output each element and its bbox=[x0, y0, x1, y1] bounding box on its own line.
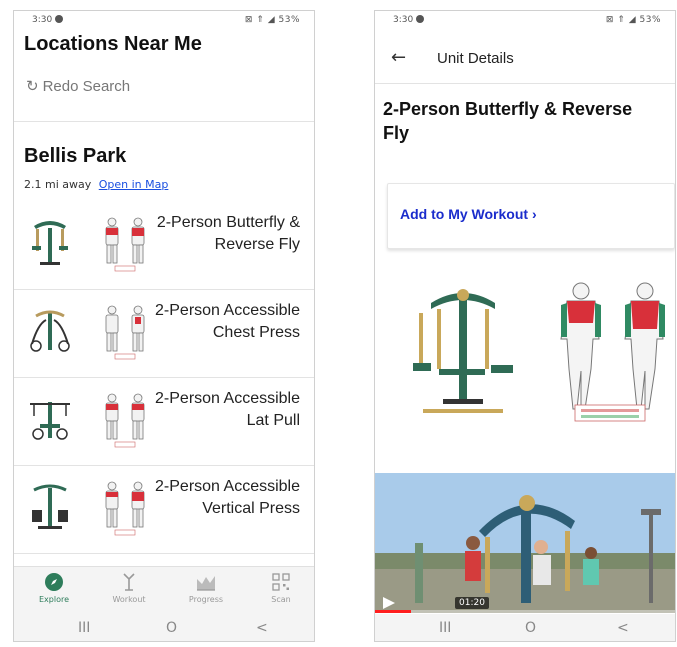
status-bar: 3:30 ⊠ ⇑ ◢ 53% bbox=[14, 11, 314, 29]
muscle-diagram-icon bbox=[105, 305, 145, 360]
unit-list-item[interactable]: 2-Person Butterfly & Reverse Fly bbox=[14, 202, 314, 290]
app-header: ← Unit Details bbox=[375, 47, 675, 85]
nav-label: Workout bbox=[112, 595, 146, 604]
park-name: Bellis Park bbox=[24, 145, 127, 167]
locations-screen: 3:30 ⊠ ⇑ ◢ 53% Locations Near Me ↻ Redo S… bbox=[13, 10, 315, 642]
nav-scan[interactable]: Scan bbox=[246, 571, 314, 604]
redo-search-button[interactable]: ↻ Redo Search bbox=[26, 77, 130, 95]
video-progress-bar[interactable] bbox=[375, 610, 675, 613]
workout-icon bbox=[123, 573, 135, 591]
qr-code-icon bbox=[272, 573, 290, 591]
unit-name: 2-Person Accessible Chest Press bbox=[155, 302, 300, 341]
redo-search-label: Redo Search bbox=[42, 78, 131, 95]
butterfly-machine-image bbox=[413, 289, 513, 413]
video-progress-fill bbox=[375, 610, 411, 613]
home-button[interactable]: O bbox=[525, 620, 536, 636]
unit-name: 2-Person Accessible Vertical Press bbox=[155, 478, 300, 517]
compass-icon bbox=[45, 573, 63, 591]
system-navigation-bar: III O < bbox=[375, 614, 675, 641]
unit-list-item[interactable]: 2-Person Accessible Chest Press bbox=[14, 290, 314, 378]
chart-icon bbox=[197, 576, 215, 591]
back-button[interactable]: < bbox=[256, 620, 268, 636]
refresh-icon: ↻ bbox=[26, 78, 39, 95]
status-time: 3:30 bbox=[32, 15, 64, 25]
page-title: Locations Near Me bbox=[24, 33, 202, 55]
recents-button[interactable]: III bbox=[78, 620, 90, 636]
video-timestamp: 01:20 bbox=[455, 597, 489, 609]
recents-button[interactable]: III bbox=[439, 620, 451, 636]
muscle-diagram-icon bbox=[105, 481, 145, 536]
nav-workout[interactable]: Workout bbox=[94, 571, 164, 604]
park-distance: 2.1 mi away bbox=[24, 178, 92, 191]
unit-details-screen: 3:30 ⊠ ⇑ ◢ 53% ← Unit Details 2-Person B… bbox=[374, 10, 676, 642]
home-button[interactable]: O bbox=[166, 620, 177, 636]
unit-name: 2-Person Accessible Lat Pull bbox=[155, 390, 300, 429]
back-button[interactable]: < bbox=[617, 620, 629, 636]
vertical-press-machine-icon bbox=[32, 484, 68, 529]
unit-list-item[interactable]: 2-Person Accessible Lat Pull bbox=[14, 378, 314, 466]
muscle-diagram-icon bbox=[105, 393, 145, 448]
add-to-workout-button[interactable]: Add to My Workout › bbox=[387, 183, 675, 249]
status-system-icons: ⊠ ⇑ ◢ 53% bbox=[244, 15, 300, 25]
video-player[interactable]: 01:20 bbox=[375, 473, 675, 613]
status-bar: 3:30 ⊠ ⇑ ◢ 53% bbox=[375, 11, 675, 29]
nav-progress[interactable]: Progress bbox=[171, 571, 241, 604]
divider bbox=[14, 121, 314, 122]
unit-name: 2-Person Butterfly & Reverse Fly bbox=[156, 214, 300, 253]
nav-label: Progress bbox=[188, 595, 224, 604]
divider bbox=[375, 83, 675, 84]
add-to-workout-label: Add to My Workout › bbox=[400, 206, 537, 222]
nav-label: Explore bbox=[38, 595, 70, 604]
bottom-navigation: Explore Workout Progress Scan bbox=[14, 566, 314, 614]
nav-label: Scan bbox=[271, 595, 291, 604]
unit-list-item[interactable]: 2-Person Accessible Vertical Press bbox=[14, 466, 314, 554]
lat-pull-machine-icon bbox=[30, 402, 70, 440]
back-arrow-icon[interactable]: ← bbox=[391, 47, 406, 68]
chest-press-machine-icon bbox=[30, 310, 70, 352]
status-time: 3:30 bbox=[393, 15, 425, 25]
status-system-icons: ⊠ ⇑ ◢ 53% bbox=[605, 15, 661, 25]
system-navigation-bar: III O < bbox=[14, 614, 314, 641]
video-thumbnail bbox=[375, 473, 675, 613]
unit-title: 2-Person Butterfly & Reverse Fly bbox=[383, 99, 633, 143]
open-in-map-link[interactable]: Open in Map bbox=[99, 178, 169, 191]
header-title: Unit Details bbox=[437, 50, 514, 67]
nav-explore[interactable]: Explore bbox=[19, 571, 89, 604]
muscle-diagram-icon bbox=[105, 217, 145, 272]
chevron-right-icon: › bbox=[531, 206, 537, 222]
park-meta: 2.1 mi away Open in Map bbox=[24, 178, 168, 191]
target-muscles-diagram bbox=[560, 282, 665, 422]
butterfly-machine-icon bbox=[32, 221, 68, 265]
